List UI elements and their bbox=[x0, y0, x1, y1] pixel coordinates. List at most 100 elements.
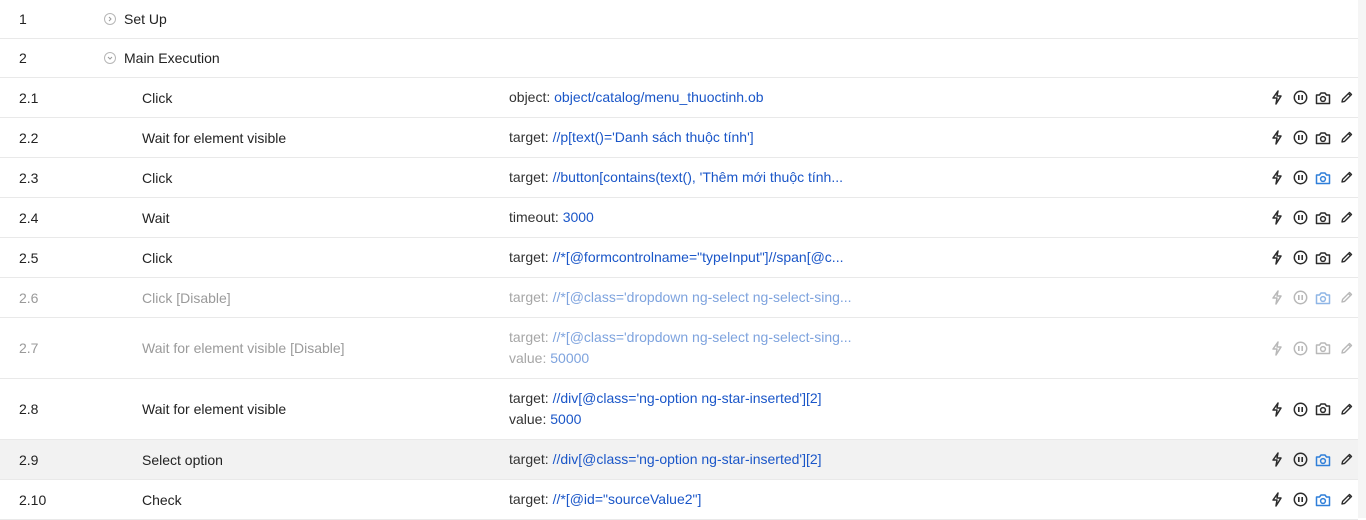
param-label: target: bbox=[509, 491, 549, 507]
step-params: target: //*[@class='dropdown ng-select n… bbox=[509, 327, 852, 369]
param-line: target: //div[@class='ng-option ng-star-… bbox=[509, 449, 822, 470]
param-value: //*[@class='dropdown ng-select ng-select… bbox=[552, 289, 852, 305]
pencil-icon[interactable] bbox=[1338, 210, 1354, 226]
step-actions-toolbar bbox=[1269, 250, 1358, 266]
pencil-icon[interactable] bbox=[1338, 250, 1354, 266]
step-params: target: //div[@class='ng-option ng-star-… bbox=[509, 449, 822, 470]
lightning-icon[interactable] bbox=[1269, 90, 1285, 106]
param-line: target: //p[text()='Danh sách thuộc tính… bbox=[509, 127, 754, 148]
step-number: 2.7 bbox=[19, 340, 39, 356]
param-label: target: bbox=[509, 249, 549, 265]
lightning-icon[interactable] bbox=[1269, 290, 1285, 306]
step-row[interactable]: 2.2 Wait for element visible target: //p[t… bbox=[0, 118, 1358, 158]
vertical-scrollbar[interactable] bbox=[1358, 0, 1366, 518]
camera-icon[interactable] bbox=[1315, 210, 1331, 226]
pause-icon[interactable] bbox=[1292, 290, 1308, 306]
lightning-icon[interactable] bbox=[1269, 130, 1285, 146]
param-line: target: //*[@class='dropdown ng-select n… bbox=[509, 287, 852, 308]
step-number: 2.9 bbox=[19, 451, 39, 468]
step-number: 2.3 bbox=[19, 169, 39, 186]
pause-icon[interactable] bbox=[1292, 210, 1308, 226]
step-params: target: //button[contains(text(), 'Thêm … bbox=[509, 167, 843, 188]
pencil-icon[interactable] bbox=[1338, 452, 1354, 468]
step-row[interactable]: 2.5 Click target: //*[@formcontrolname="ty… bbox=[0, 238, 1358, 278]
step-row[interactable]: 2.10 Check target: //*[@id="sourceValue2"] bbox=[0, 480, 1358, 520]
pause-icon[interactable] bbox=[1292, 170, 1308, 186]
step-number: 2.1 bbox=[19, 89, 39, 106]
param-value: //div[@class='ng-option ng-star-inserted… bbox=[552, 390, 822, 406]
camera-icon[interactable] bbox=[1315, 170, 1331, 186]
camera-icon[interactable] bbox=[1315, 452, 1331, 468]
step-row[interactable]: 2.3 Click target: //button[contains(text()… bbox=[0, 158, 1358, 198]
step-actions-toolbar bbox=[1269, 340, 1358, 356]
param-label: value: bbox=[509, 411, 547, 427]
lightning-icon[interactable] bbox=[1269, 250, 1285, 266]
step-row[interactable]: 2.1 Click object: object/catalog/menu_thuo… bbox=[0, 78, 1358, 118]
pencil-icon[interactable] bbox=[1338, 340, 1354, 356]
param-value: object/catalog/menu_thuoctinh.ob bbox=[554, 89, 764, 105]
lightning-icon[interactable] bbox=[1269, 210, 1285, 226]
group-toggle[interactable]: Set Up bbox=[104, 11, 167, 27]
lightning-icon[interactable] bbox=[1269, 492, 1285, 508]
param-line: object: object/catalog/menu_thuoctinh.ob bbox=[509, 87, 764, 108]
camera-icon[interactable] bbox=[1315, 492, 1331, 508]
lightning-icon[interactable] bbox=[1269, 401, 1285, 417]
step-number: 2.8 bbox=[19, 401, 39, 417]
pause-icon[interactable] bbox=[1292, 130, 1308, 146]
camera-icon[interactable] bbox=[1315, 290, 1331, 306]
chevron-down-icon[interactable] bbox=[104, 52, 116, 64]
step-actions-toolbar bbox=[1269, 492, 1358, 508]
param-value: //div[@class='ng-option ng-star-inserted… bbox=[552, 451, 822, 467]
pencil-icon[interactable] bbox=[1338, 290, 1354, 306]
step-number: 2.6 bbox=[19, 289, 39, 306]
pause-icon[interactable] bbox=[1292, 452, 1308, 468]
param-value: //*[@class='dropdown ng-select ng-select… bbox=[552, 329, 852, 345]
pencil-icon[interactable] bbox=[1338, 130, 1354, 146]
chevron-right-icon[interactable] bbox=[104, 13, 116, 25]
step-row[interactable]: 2.8 Wait for element visible target: //div… bbox=[0, 379, 1358, 440]
pause-icon[interactable] bbox=[1292, 401, 1308, 417]
camera-icon[interactable] bbox=[1315, 90, 1331, 106]
lightning-icon[interactable] bbox=[1269, 452, 1285, 468]
param-label: target: bbox=[509, 289, 549, 305]
pencil-icon[interactable] bbox=[1338, 492, 1354, 508]
step-number: 2.2 bbox=[19, 129, 39, 146]
step-number: 2.10 bbox=[19, 491, 47, 508]
step-row[interactable]: 2.4 Wait timeout: 3000 bbox=[0, 198, 1358, 238]
param-label: target: bbox=[509, 329, 549, 345]
pause-icon[interactable] bbox=[1292, 250, 1308, 266]
step-action: Wait bbox=[142, 209, 170, 226]
step-action: Check bbox=[142, 491, 182, 508]
step-actions-toolbar bbox=[1269, 452, 1358, 468]
group-row-setup[interactable]: 1 Set Up bbox=[0, 0, 1358, 39]
pause-icon[interactable] bbox=[1292, 492, 1308, 508]
step-actions-toolbar bbox=[1269, 210, 1358, 226]
step-row[interactable]: 2.6 Click [Disable] target: //*[@class='dr… bbox=[0, 278, 1358, 318]
pencil-icon[interactable] bbox=[1338, 170, 1354, 186]
step-action: Wait for element visible bbox=[142, 401, 287, 417]
step-params: timeout: 3000 bbox=[509, 207, 594, 228]
step-actions-toolbar bbox=[1269, 401, 1358, 417]
step-number: 2 bbox=[19, 50, 27, 66]
param-label: timeout: bbox=[509, 209, 559, 225]
param-value: 50000 bbox=[550, 350, 590, 366]
camera-icon[interactable] bbox=[1315, 250, 1331, 266]
step-params: target: //*[@class='dropdown ng-select n… bbox=[509, 287, 852, 308]
lightning-icon[interactable] bbox=[1269, 340, 1285, 356]
pause-icon[interactable] bbox=[1292, 90, 1308, 106]
pause-icon[interactable] bbox=[1292, 340, 1308, 356]
step-row[interactable]: 2.9 Select option target: //div[@class='ng… bbox=[0, 440, 1358, 480]
camera-icon[interactable] bbox=[1315, 340, 1331, 356]
param-label: target: bbox=[509, 390, 549, 406]
camera-icon[interactable] bbox=[1315, 401, 1331, 417]
lightning-icon[interactable] bbox=[1269, 170, 1285, 186]
step-actions-toolbar bbox=[1269, 290, 1358, 306]
step-row[interactable]: 2.7 Wait for element visible [Disable] tar… bbox=[0, 318, 1358, 379]
pencil-icon[interactable] bbox=[1338, 401, 1354, 417]
group-row-main-execution[interactable]: 2 Main Execution bbox=[0, 39, 1358, 78]
camera-icon[interactable] bbox=[1315, 130, 1331, 146]
param-label: target: bbox=[509, 129, 549, 145]
param-line: target: //*[@id="sourceValue2"] bbox=[509, 489, 701, 510]
pencil-icon[interactable] bbox=[1338, 90, 1354, 106]
group-toggle[interactable]: Main Execution bbox=[104, 50, 220, 66]
